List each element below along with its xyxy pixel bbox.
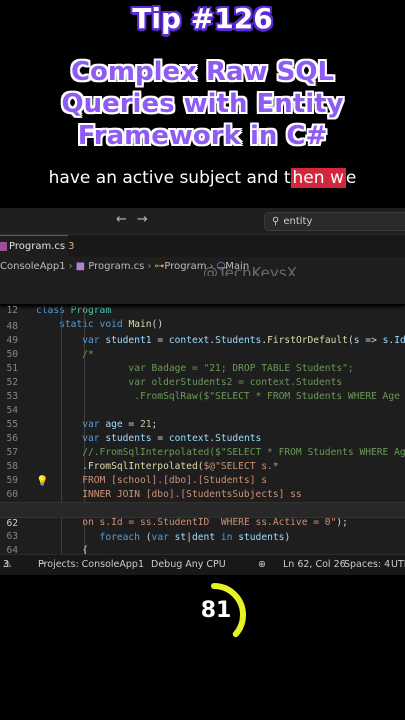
code-line-50[interactable]: 50 var Badage = "21; DROP TABLE Students… [0, 334, 405, 374]
sticky-scroll-line[interactable]: 12 static void Main() [0, 290, 405, 330]
headline-line-2: Queries with Entity [61, 89, 344, 119]
chevron-right-icon: › [147, 261, 152, 272]
forward-arrow-icon[interactable]: → [137, 212, 158, 227]
chevron-right-icon: › [209, 261, 214, 272]
back-arrow-icon[interactable]: ← [116, 212, 137, 227]
search-text: entity [283, 216, 313, 227]
caption-text: have an active subject and t [48, 168, 291, 188]
code-line-61[interactable]: 61 [0, 488, 405, 514]
tip-title: Tip #126 [132, 2, 273, 35]
code-line-52[interactable]: 52 .FromSqlRaw($"SELECT * FROM Students … [0, 362, 405, 402]
code-line-49[interactable]: 49 /* [0, 320, 405, 360]
breadcrumb: ConsoleApp1 › ■ Program.cs › ⊶Program › ⬡Main [0, 258, 405, 276]
code-line-63[interactable]: 63 { [0, 516, 405, 556]
history-nav: ←→ [116, 212, 158, 227]
status-bar: ⚠ 3 ⌐ Projects: ConsoleApp1 Debug Any CP… [0, 554, 405, 575]
breadcrumb-file[interactable]: Program.cs [88, 261, 144, 272]
code-area[interactable]: 10 class Program 12 static void Main() 4… [0, 276, 405, 564]
breadcrumb-method[interactable]: Main [225, 261, 249, 272]
code-line-48[interactable]: 48 var student1 = context.Students.First… [0, 306, 405, 346]
headline-line-3: Framework in C# [77, 121, 328, 151]
status-encoding[interactable]: UTF [391, 555, 405, 574]
headline: Complex Raw SQL Queries with Entity Fram… [0, 56, 405, 152]
headline-line-1: Complex Raw SQL [70, 57, 335, 87]
caption-highlight: hen w [290, 168, 346, 188]
status-indentation[interactable]: Spaces: 4 [344, 555, 390, 574]
lightbulb-icon[interactable]: 💡 [36, 475, 48, 489]
status-config[interactable]: Debug Any CPU [151, 555, 226, 574]
caption-subtitle: have an active subject and t hen we [0, 168, 405, 188]
code-line-64[interactable]: 64 Console.WriteLine(student.Name); [0, 530, 405, 564]
countdown-number: 81 [200, 598, 232, 623]
code-line-58[interactable]: 58 FROM [school].[dbo].[Students] s [0, 446, 405, 486]
code-editor-window: ←→ ⚲ entity Program.cs 3 @TechKeysX Consol… [0, 208, 405, 575]
caption-text-end: e [345, 168, 357, 188]
code-line-54[interactable]: 54 var age = 21; [0, 390, 405, 430]
breadcrumb-class[interactable]: Program [164, 261, 206, 272]
class-icon: ⊶ [154, 261, 165, 272]
title-bar: ←→ ⚲ entity [0, 208, 405, 235]
status-problem-count: 3 [3, 559, 10, 570]
chevron-right-icon: › [68, 261, 73, 272]
command-center-search[interactable]: ⚲ entity [264, 212, 405, 231]
sticky-scroll-line[interactable]: 10 class Program [0, 276, 405, 316]
status-project-label: Projects: ConsoleApp1 [38, 559, 144, 570]
code-line-55[interactable]: 55 var students = context.Students [0, 404, 405, 444]
code-line-51[interactable]: 51 var olderStudents2 = context.Students [0, 348, 405, 388]
code-line-57[interactable]: 57 .FromSqlInterpolated($@"SELECT s.* [0, 432, 405, 472]
breadcrumb-project[interactable]: ConsoleApp1 [0, 261, 66, 272]
search-icon: ⚲ [272, 216, 280, 227]
csharp-file-icon: ■ [75, 261, 86, 272]
code-line-60[interactable]: 60 💡 on s.Id = ss.StudentID WHERE ss.Act… [0, 474, 405, 528]
tab-program-cs[interactable]: Program.cs 3 [0, 235, 74, 257]
editor-tab-bar: Program.cs 3 @TechKeysX [0, 235, 405, 282]
zoom-icon[interactable]: ⊕ [258, 555, 266, 574]
csharp-file-icon [0, 242, 7, 251]
method-icon: ⬡ [216, 261, 226, 272]
code-line-59[interactable]: 59 INNER JOIN [dbo].[StudentsSubjects] s… [0, 460, 405, 500]
code-line-53[interactable]: 53 [0, 376, 405, 402]
status-cursor-position[interactable]: Ln 62, Col 26 [283, 555, 346, 574]
tab-problem-count: 3 [68, 241, 75, 252]
tab-label: Program.cs [9, 241, 66, 252]
code-line-56[interactable]: 56 //.FromSqlInterpolated($"SELECT * FRO… [0, 418, 405, 458]
